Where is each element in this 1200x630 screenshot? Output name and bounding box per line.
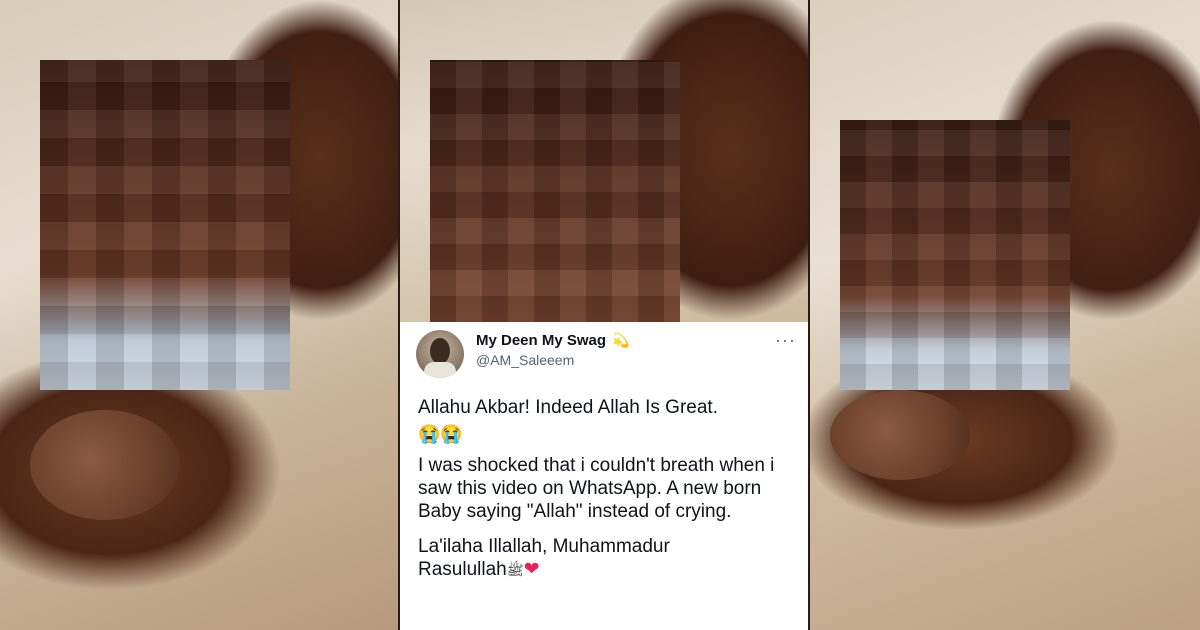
avatar[interactable] [416, 330, 464, 378]
tweet-line-1: Allahu Akbar! Indeed Allah Is Great. [418, 397, 718, 418]
shahada-line-2: Rasulullah [418, 559, 507, 580]
avatar-shirt [424, 362, 456, 378]
photo-panel-right [810, 0, 1200, 630]
sparkle-icon: 💫 [612, 332, 630, 348]
blurred-face-mosaic [40, 60, 290, 390]
photo-panel-left [0, 0, 398, 630]
more-options-icon[interactable]: ··· [775, 330, 796, 351]
photo-panel-middle [400, 0, 808, 322]
tweet-text: Allahu Akbar! Indeed Allah Is Great. 😭😭 … [418, 396, 798, 592]
tweet-paragraph-3: La'ilaha Illallah, Muhammadur Rasulullah… [418, 535, 798, 582]
heart-icon: ❤ [523, 559, 540, 580]
user-handle[interactable]: @AM_Saleeem [476, 352, 574, 368]
tweet-author: My Deen My Swag 💫 [476, 332, 629, 349]
tweet-paragraph-2: I was shocked that i couldn't breath whe… [418, 455, 775, 522]
baby-fist [30, 410, 180, 520]
blurred-face-mosaic [840, 120, 1070, 390]
crying-face-emoji: 😭😭 [418, 424, 463, 444]
blurred-face-mosaic [430, 60, 680, 322]
tweet-card: My Deen My Swag 💫 @AM_Saleeem ··· Allahu… [400, 322, 808, 630]
display-name[interactable]: My Deen My Swag [476, 332, 606, 349]
shahada-line-1: La'ilaha Illallah, Muhammadur [418, 536, 670, 557]
avatar-face [430, 338, 450, 364]
baby-fist [830, 390, 970, 480]
pbuh-symbol: ﷺ [506, 562, 524, 578]
